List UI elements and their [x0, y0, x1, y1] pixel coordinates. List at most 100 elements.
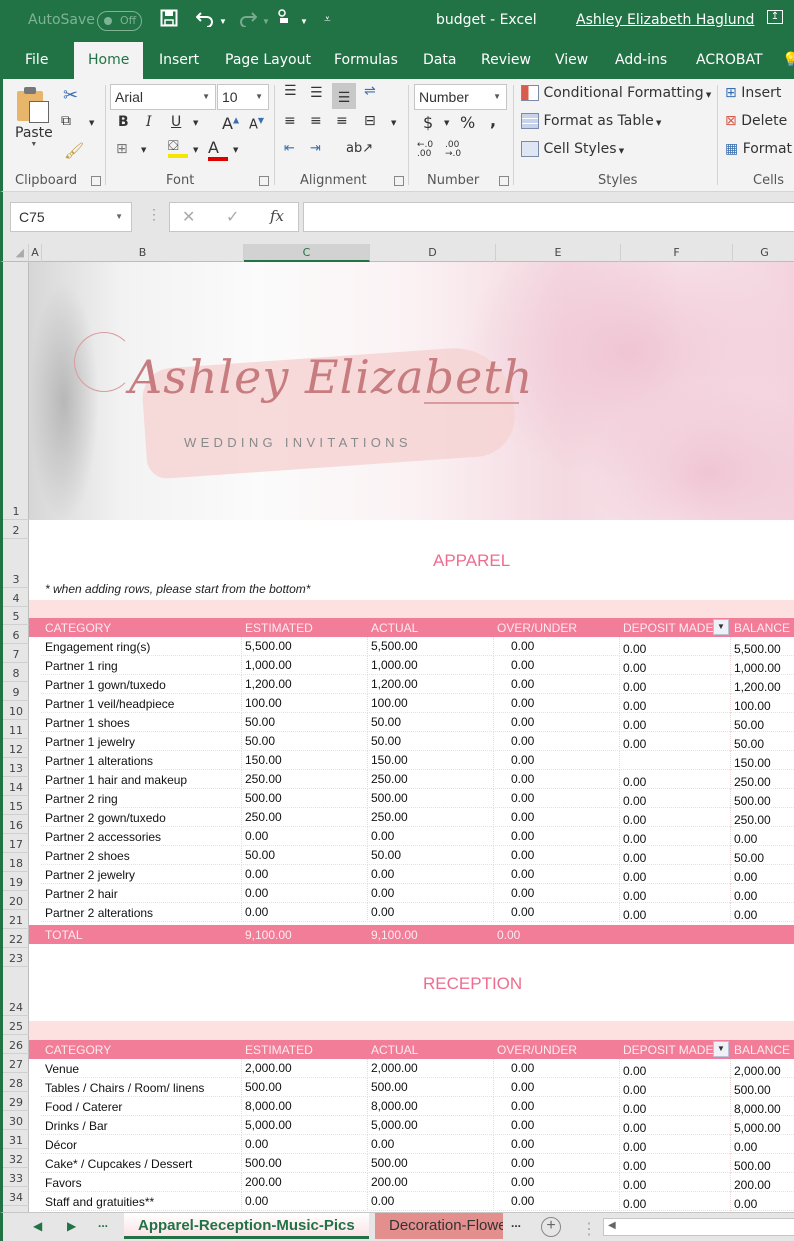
comma-button[interactable]: , [490, 111, 496, 130]
fill-color-button[interactable]: ⛋ [168, 138, 188, 158]
autosave-toggle[interactable]: Off [97, 11, 142, 31]
table-row[interactable]: Venue 2,000.00 2,000.00 0.00 0.00 2,000.00 [29, 1059, 794, 1078]
cell-estimated[interactable]: 50.00 [245, 712, 275, 731]
cell-category[interactable]: Décor [45, 1135, 77, 1154]
tab-data[interactable]: Data [423, 42, 456, 79]
table-row[interactable]: Décor 0.00 0.00 0.00 0.00 0.00 [29, 1135, 794, 1154]
cell-category[interactable]: Tables / Chairs / Room/ linens [45, 1078, 204, 1097]
name-box[interactable]: C75 ▼ [10, 202, 132, 232]
cell-actual[interactable]: 250.00 [371, 807, 408, 826]
cell-actual[interactable]: 0.00 [371, 1191, 394, 1210]
cell-over-under[interactable]: 0.00 [511, 902, 534, 921]
font-color-dropdown-icon[interactable]: ▼ [233, 146, 238, 154]
cell-actual[interactable]: 0.00 [371, 883, 394, 902]
cell-over-under[interactable]: 0.00 [511, 864, 534, 883]
table-row[interactable]: Favors 200.00 200.00 0.00 0.00 200.00 [29, 1173, 794, 1192]
table-row[interactable]: Partner 2 hair 0.00 0.00 0.00 0.00 0.00 [29, 884, 794, 903]
redo-dropdown-icon[interactable]: ▼ [262, 17, 270, 26]
cell-actual[interactable]: 150.00 [371, 750, 408, 769]
cell-actual[interactable]: 1,200.00 [371, 674, 418, 693]
top-align-icon[interactable]: ☰ [284, 83, 297, 99]
tell-me-icon[interactable]: 💡 [782, 42, 794, 79]
table-row[interactable]: Tables / Chairs / Room/ linens 500.00 500.… [29, 1078, 794, 1097]
orientation-icon[interactable]: ab↗ [346, 141, 373, 156]
cell-over-under[interactable]: 0.00 [511, 1077, 534, 1096]
more-sheets-left-button[interactable]: ... [98, 1216, 108, 1230]
row-header[interactable]: 32 [3, 1149, 29, 1168]
table-row[interactable]: Partner 1 gown/tuxedo 1,200.00 1,200.00 0.0… [29, 675, 794, 694]
cell-balance[interactable]: 0.00 [734, 1194, 757, 1212]
table-row[interactable]: Food / Caterer 8,000.00 8,000.00 0.00 0.00 8,… [29, 1097, 794, 1116]
align-left-icon[interactable]: ≡ [284, 113, 296, 129]
row-header[interactable]: 20 [3, 891, 29, 910]
row-header[interactable]: 27 [3, 1054, 29, 1073]
cell-over-under[interactable]: 0.00 [511, 769, 534, 788]
tab-acrobat[interactable]: ACROBAT [696, 42, 763, 79]
bottom-align-icon[interactable]: ☰ [332, 83, 356, 109]
table-row[interactable]: Cake* / Cupcakes / Dessert 500.00 500.00 0.… [29, 1154, 794, 1173]
cell-estimated[interactable]: 1,000.00 [245, 655, 292, 674]
table-row[interactable]: Partner 2 jewelry 0.00 0.00 0.00 0.00 0.00 [29, 865, 794, 884]
tab-review[interactable]: Review [481, 42, 531, 79]
tab-home[interactable]: Home [74, 42, 144, 79]
cell-deposit[interactable]: 0.00 [623, 905, 646, 924]
filter-dropdown-button[interactable]: ▼ [713, 1041, 729, 1057]
table-row[interactable]: Partner 2 alterations 0.00 0.00 0.00 0.00 0.0… [29, 903, 794, 922]
table-row[interactable]: Partner 1 alterations 150.00 150.00 0.00 150… [29, 751, 794, 770]
borders-dropdown-icon[interactable]: ▼ [141, 146, 146, 154]
column-header-e[interactable]: E [496, 244, 621, 262]
cell-over-under[interactable]: 0.00 [511, 807, 534, 826]
number-format-select[interactable]: Number ▼ [414, 84, 507, 110]
cell-category[interactable]: Partner 1 alterations [45, 751, 153, 770]
cell-estimated[interactable]: 5,500.00 [245, 636, 292, 655]
format-as-table-button[interactable]: Format as Table ▼ [521, 113, 661, 129]
row-header[interactable]: 10 [3, 701, 29, 720]
column-header-c[interactable]: C [244, 244, 370, 262]
cell-actual[interactable]: 100.00 [371, 693, 408, 712]
tab-formulas[interactable]: Formulas [334, 42, 398, 79]
cell-category[interactable]: Cake* / Cupcakes / Dessert [45, 1154, 192, 1173]
cell-over-under[interactable]: 0.00 [511, 731, 534, 750]
copy-dropdown-icon[interactable]: ▼ [89, 119, 94, 127]
cell-actual[interactable]: 50.00 [371, 731, 401, 750]
insert-cells-button[interactable]: ⊞ Insert [725, 85, 781, 101]
row-header[interactable]: 8 [3, 663, 29, 682]
font-launcher-icon[interactable] [259, 176, 269, 186]
cell-over-under[interactable]: 0.00 [511, 636, 534, 655]
cell-category[interactable]: Partner 2 jewelry [45, 865, 135, 884]
cell-actual[interactable]: 1,000.00 [371, 655, 418, 674]
row-header[interactable]: 3 [3, 539, 29, 588]
row-header[interactable]: 4 [3, 588, 29, 607]
next-sheet-button[interactable]: ▶ [67, 1219, 76, 1233]
row-header[interactable]: 31 [3, 1130, 29, 1149]
table-row[interactable]: Partner 1 ring 1,000.00 1,000.00 0.00 0.00 1,… [29, 656, 794, 675]
tab-add-ins[interactable]: Add-ins [615, 42, 667, 79]
cell-estimated[interactable]: 0.00 [245, 1191, 268, 1210]
cell-actual[interactable]: 50.00 [371, 712, 401, 731]
tab-insert[interactable]: Insert [159, 42, 199, 79]
borders-icon[interactable]: ⊞ [116, 141, 128, 157]
cell-actual[interactable]: 0.00 [371, 826, 394, 845]
cell-over-under[interactable]: 0.00 [511, 1191, 534, 1210]
row-header[interactable]: 6 [3, 625, 29, 644]
currency-dropdown-icon[interactable]: ▼ [444, 119, 449, 127]
table-row[interactable]: Partner 2 ring 500.00 500.00 0.00 0.00 500.00 [29, 789, 794, 808]
row-header[interactable]: 25 [3, 1016, 29, 1035]
shrink-font-button[interactable]: A▼ [249, 116, 264, 132]
row-header[interactable]: 24 [3, 967, 29, 1016]
row-header[interactable]: 14 [3, 777, 29, 796]
cell-category[interactable]: Partner 1 ring [45, 656, 118, 675]
enter-icon[interactable]: ✓ [226, 207, 239, 227]
copy-icon[interactable]: ⧉ [61, 113, 71, 129]
cell-estimated[interactable]: 8,000.00 [245, 1096, 292, 1115]
tab-page-layout[interactable]: Page Layout [225, 42, 311, 79]
cell-category[interactable]: Partner 1 gown/tuxedo [45, 675, 166, 694]
cell-estimated[interactable]: 0.00 [245, 826, 268, 845]
cell-over-under[interactable]: 0.00 [511, 1058, 534, 1077]
table-row[interactable]: Partner 2 shoes 50.00 50.00 0.00 0.00 50.00 [29, 846, 794, 865]
cell-actual[interactable]: 5,000.00 [371, 1115, 418, 1134]
row-header[interactable]: 5 [3, 607, 29, 625]
row-header[interactable]: 15 [3, 796, 29, 815]
cell-over-under[interactable]: 0.00 [511, 674, 534, 693]
cancel-icon[interactable]: ✕ [182, 207, 195, 227]
